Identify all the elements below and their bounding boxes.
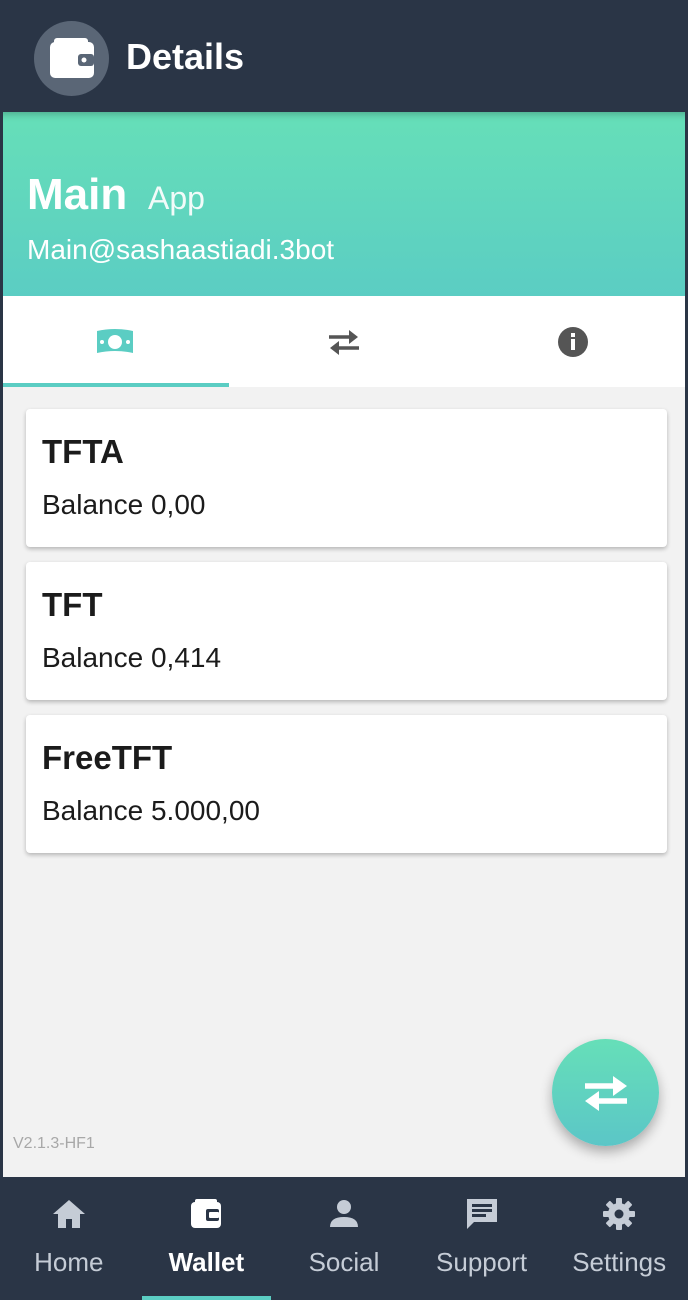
tab-transactions[interactable] (229, 296, 458, 387)
currency-balance: Balance 0,414 (42, 642, 222, 673)
balance-card-freetft[interactable]: FreeTFT Balance 5.000,00 (26, 715, 667, 853)
currency-balance: Balance 0,00 (42, 489, 206, 520)
nav-settings[interactable]: Settings (550, 1177, 688, 1300)
nav-label: Home (34, 1247, 104, 1277)
app-bar: Details (0, 0, 688, 112)
nav-support[interactable]: Support (413, 1177, 551, 1300)
info-icon (558, 326, 589, 357)
chat-icon (466, 1199, 497, 1229)
nav-home[interactable]: Home (0, 1177, 138, 1300)
tab-assets[interactable] (0, 296, 230, 387)
balance-card-tft[interactable]: TFT Balance 0,414 (26, 562, 667, 700)
tab-info[interactable] (459, 296, 688, 387)
nav-label: Support (436, 1247, 528, 1277)
wallet-icon (191, 1199, 222, 1228)
wallet-tabs (0, 296, 688, 387)
transfer-fab-button[interactable] (552, 1039, 659, 1146)
currency-name: TFTA (42, 433, 124, 470)
balance-card-tfta[interactable]: TFTA Balance 0,00 (26, 409, 667, 547)
nav-label: Wallet (168, 1247, 245, 1277)
currency-name: FreeTFT (42, 739, 173, 776)
nav-wallet[interactable]: Wallet (138, 1177, 276, 1300)
currency-name: TFT (42, 586, 103, 623)
wallet-type: App (148, 180, 205, 216)
wallet-avatar[interactable] (34, 21, 109, 96)
nav-social[interactable]: Social (275, 1177, 413, 1300)
swap-icon (584, 1075, 627, 1111)
wallet-name: Main (27, 170, 128, 219)
nav-label: Settings (572, 1247, 667, 1277)
page-title: Details (126, 36, 245, 77)
person-icon (329, 1200, 358, 1227)
version-label: V2.1.3-HF1 (13, 1135, 95, 1152)
gear-icon (603, 1198, 636, 1230)
wallet-icon (49, 37, 94, 78)
home-icon (52, 1200, 85, 1228)
balance-list: TFTA Balance 0,00 TFT Balance 0,414 Free… (26, 409, 667, 868)
wallet-address: Main@sashaastiadi.3bot (27, 234, 335, 265)
nav-label: Social (308, 1247, 380, 1277)
money-icon (96, 328, 133, 353)
bottom-navigation: Home Wallet Social Support Settings (0, 1177, 688, 1300)
swap-icon (328, 329, 359, 355)
currency-balance: Balance 5.000,00 (42, 795, 260, 826)
wallet-header: Main App Main@sashaastiadi.3bot (0, 112, 688, 296)
